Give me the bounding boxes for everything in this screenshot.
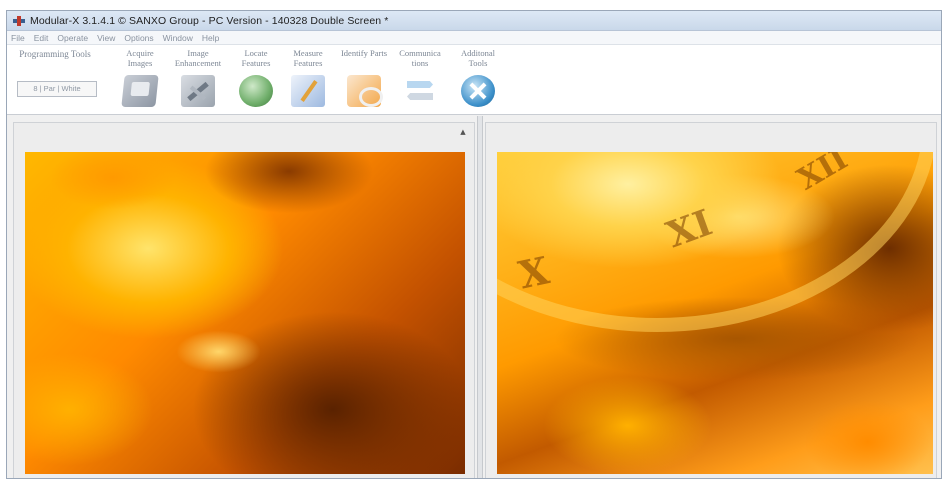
left-camera-image[interactable]	[25, 152, 465, 474]
window-title: Modular-X 3.1.4.1 © SANXO Group - PC Ver…	[30, 14, 389, 27]
locate-features-button[interactable]: Locate Features	[229, 48, 283, 111]
additional-tools-icon	[461, 75, 495, 107]
enhance-tools-icon	[181, 75, 215, 107]
additional-tools-label: Additonal Tools	[461, 48, 495, 68]
right-camera-image[interactable]: X XI XII	[497, 152, 933, 474]
menu-view[interactable]: View	[97, 33, 115, 43]
menu-options[interactable]: Options	[124, 33, 153, 43]
image-enhancement-label: Image Enhancement	[174, 48, 222, 68]
measure-features-button[interactable]: Measure Features	[281, 48, 335, 111]
programming-tools-group: Programming Tools 8 | Par | White	[13, 49, 101, 111]
identify-parts-label: Identify Parts	[340, 48, 388, 58]
menu-window[interactable]: Window	[163, 33, 193, 43]
app-logo-icon	[13, 15, 25, 26]
locate-features-label: Locate Features	[241, 48, 271, 68]
measure-ruler-icon	[291, 75, 325, 107]
camera-icon	[121, 75, 159, 107]
acquire-images-label: Acquire Images	[126, 48, 154, 68]
programming-tools-field[interactable]: 8 | Par | White	[17, 81, 97, 97]
menu-edit[interactable]: Edit	[34, 33, 49, 43]
scroll-up-icon[interactable]: ▲	[458, 127, 468, 137]
measure-features-label: Measure Features	[293, 48, 323, 68]
additional-tools-button[interactable]: Additonal Tools	[451, 48, 505, 111]
communication-arrows-icon	[403, 75, 437, 107]
acquire-images-button[interactable]: Acquire Images	[113, 48, 167, 111]
menu-operate[interactable]: Operate	[57, 33, 88, 43]
workspace: ▲ X XI XII	[7, 116, 941, 478]
ribbon-toolbar: Programming Tools 8 | Par | White Acquir…	[7, 45, 941, 115]
locate-globe-icon	[239, 75, 273, 107]
title-bar[interactable]: Modular-X 3.1.4.1 © SANXO Group - PC Ver…	[7, 11, 941, 31]
app-window: Modular-X 3.1.4.1 © SANXO Group - PC Ver…	[6, 10, 942, 479]
menu-bar: File Edit Operate View Options Window He…	[7, 31, 941, 45]
identify-glasses-icon	[347, 75, 383, 107]
pane-splitter[interactable]	[477, 116, 483, 478]
communications-label: Communica tions	[399, 48, 441, 68]
communications-button[interactable]: Communica tions	[393, 48, 447, 111]
menu-help[interactable]: Help	[202, 33, 219, 43]
image-enhancement-button[interactable]: Image Enhancement	[171, 48, 225, 111]
identify-parts-button[interactable]: Identify Parts	[337, 48, 391, 111]
menu-file[interactable]: File	[11, 33, 25, 43]
programming-tools-label: Programming Tools	[19, 49, 91, 59]
